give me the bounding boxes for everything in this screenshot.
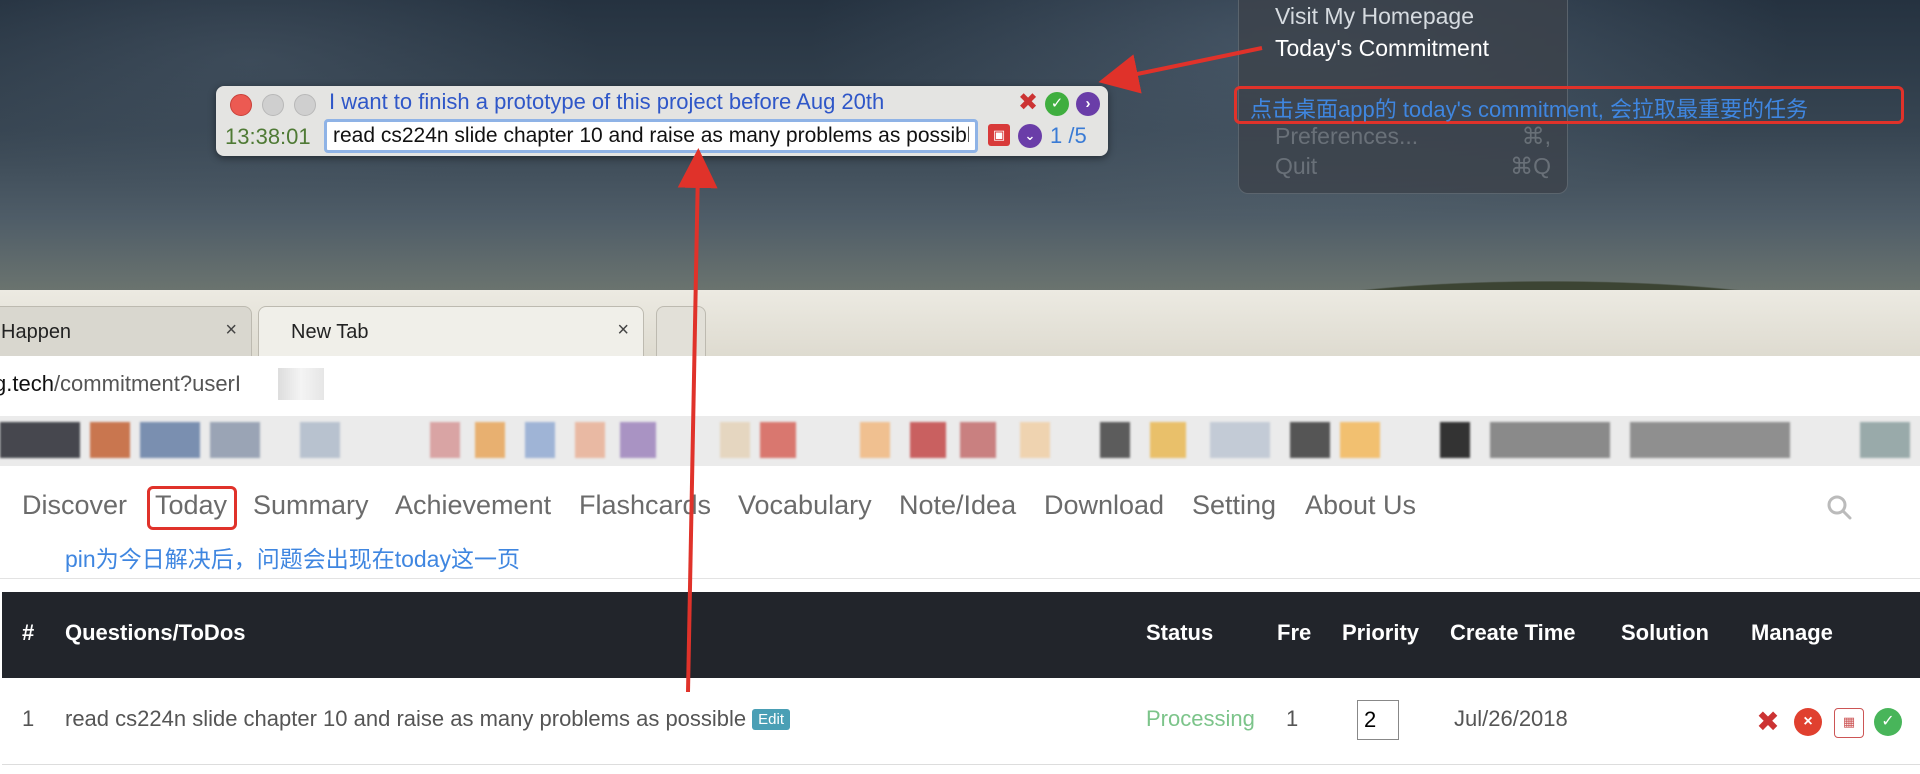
nav-achievement[interactable]: Achievement: [395, 490, 551, 521]
chevron-down-icon[interactable]: ⌄: [1018, 124, 1042, 148]
bookmark-blur: [1440, 422, 1470, 458]
nav-flashcards[interactable]: Flashcards: [579, 490, 711, 521]
header-questions: Questions/ToDos: [65, 620, 246, 645]
check-icon[interactable]: ✓: [1874, 708, 1902, 736]
nav-note-idea[interactable]: Note/Idea: [899, 490, 1016, 521]
url-path: /commitment?userI: [53, 371, 241, 396]
row-fre: 1: [1286, 706, 1299, 731]
search-icon[interactable]: [1826, 494, 1852, 520]
preferences-shortcut: ⌘,: [1521, 123, 1551, 149]
menu-item-quit[interactable]: Quit: [1275, 153, 1317, 180]
goal-text: I want to finish a prototype of this pro…: [329, 89, 885, 114]
delete-icon[interactable]: ×: [1794, 708, 1822, 736]
row-create-time: Jul/26/2018: [1454, 706, 1568, 731]
browser-tab-new-tab[interactable]: New Tab ×: [258, 306, 644, 357]
bookmark-blur: [760, 422, 796, 458]
quit-shortcut: ⌘Q: [1510, 153, 1551, 179]
row-status: Processing: [1146, 706, 1255, 731]
nav-discover[interactable]: Discover: [22, 490, 127, 521]
edit-button[interactable]: Edit: [752, 709, 791, 730]
bookmark-blur: [910, 422, 946, 458]
row-number: 1: [22, 706, 35, 731]
bookmark-blur: [1630, 422, 1790, 458]
question-text: read cs224n slide chapter 10 and raise a…: [65, 706, 747, 731]
nav-setting[interactable]: Setting: [1192, 490, 1276, 521]
calendar-icon[interactable]: ▦: [1834, 708, 1864, 738]
bookmark-blur: [140, 422, 200, 458]
header-solution: Solution: [1621, 620, 1709, 645]
header-manage: Manage: [1751, 620, 1833, 645]
priority-input[interactable]: [1357, 700, 1399, 740]
bookmark-blur: [1860, 422, 1910, 458]
bookmark-blur: [575, 422, 605, 458]
browser-tab-happen[interactable]: Happen ×: [0, 306, 252, 357]
pin-icon[interactable]: ✖: [1754, 708, 1782, 736]
bookmark-blur: [90, 422, 130, 458]
task-counter: 1 /5: [1050, 123, 1087, 148]
bookmark-blur: [1290, 422, 1330, 458]
header-number: #: [22, 620, 35, 645]
bookmark-blur: [430, 422, 460, 458]
bookmark-blur: [1100, 422, 1130, 458]
menu-item-preferences[interactable]: Preferences...: [1275, 123, 1418, 150]
window-minimize-button[interactable]: [262, 94, 284, 116]
tab-label: New Tab: [291, 321, 369, 343]
tab-close-icon[interactable]: ×: [617, 319, 629, 342]
next-icon[interactable]: ›: [1076, 92, 1100, 116]
annotation-box-today: [147, 486, 237, 530]
table-header: # Questions/ToDos Status Fre Priority Cr…: [2, 592, 1920, 678]
tab-close-icon[interactable]: ×: [225, 319, 237, 342]
bookmark-blur: [1020, 422, 1050, 458]
bookmark-blur: [1340, 422, 1380, 458]
bookmark-blur: [525, 422, 555, 458]
clock-time: 13:38:01: [225, 124, 311, 149]
bookmark-blur: [860, 422, 890, 458]
bookmark-blur: [0, 422, 80, 458]
menu-item-visit-homepage[interactable]: Visit My Homepage: [1275, 3, 1474, 30]
annotation-today-note: pin为今日解决后，问题会出现在today这一页: [65, 546, 520, 572]
nav-divider: [0, 578, 1920, 579]
bookmark-blur: [1150, 422, 1186, 458]
bookmark-blur: [300, 422, 340, 458]
bookmark-blur: [620, 422, 656, 458]
address-bar[interactable]: g.tech/commitment?userI: [0, 356, 1920, 416]
header-status: Status: [1146, 620, 1214, 645]
check-icon[interactable]: ✓: [1045, 92, 1069, 116]
save-icon[interactable]: ▣: [988, 124, 1010, 146]
nav-about-us[interactable]: About Us: [1305, 490, 1416, 521]
window-maximize-button[interactable]: [294, 94, 316, 116]
row-question: read cs224n slide chapter 10 and raise a…: [65, 706, 791, 732]
url-redaction: [278, 368, 324, 400]
header-priority: Priority: [1342, 620, 1420, 645]
pin-icon[interactable]: ✖: [1016, 91, 1040, 115]
header-fre: Fre: [1277, 620, 1312, 645]
window-close-button[interactable]: [230, 94, 252, 116]
url-text[interactable]: g.tech/commitment?userI: [0, 371, 241, 397]
menu-item-todays-commitment[interactable]: Today's Commitment: [1275, 35, 1489, 62]
bookmark-blur: [1210, 422, 1270, 458]
header-create-time: Create Time: [1450, 620, 1576, 645]
url-host: g.tech: [0, 371, 54, 396]
task-input[interactable]: [324, 119, 978, 153]
site-content: Discover Today Summary Achievement Flash…: [0, 466, 1920, 774]
bookmark-blur: [475, 422, 505, 458]
bookmark-blur: [720, 422, 750, 458]
nav-download[interactable]: Download: [1044, 490, 1164, 521]
browser-tab-bar: Happen × New Tab ×: [0, 290, 1920, 357]
tab-label: Happen: [1, 321, 72, 343]
new-tab-button[interactable]: [656, 306, 706, 357]
nav-summary[interactable]: Summary: [253, 490, 369, 521]
bookmarks-bar: [0, 416, 1920, 466]
commitment-widget: I want to finish a prototype of this pro…: [216, 86, 1108, 156]
annotation-app-note: 点击桌面app的 today's commitment, 会拉取最重要的任务: [1250, 97, 1808, 122]
nav-vocabulary[interactable]: Vocabulary: [738, 490, 872, 521]
bookmark-blur: [210, 422, 260, 458]
bookmark-blur: [1490, 422, 1610, 458]
table-row: 1 read cs224n slide chapter 10 and raise…: [2, 678, 1920, 765]
bookmark-blur: [960, 422, 996, 458]
